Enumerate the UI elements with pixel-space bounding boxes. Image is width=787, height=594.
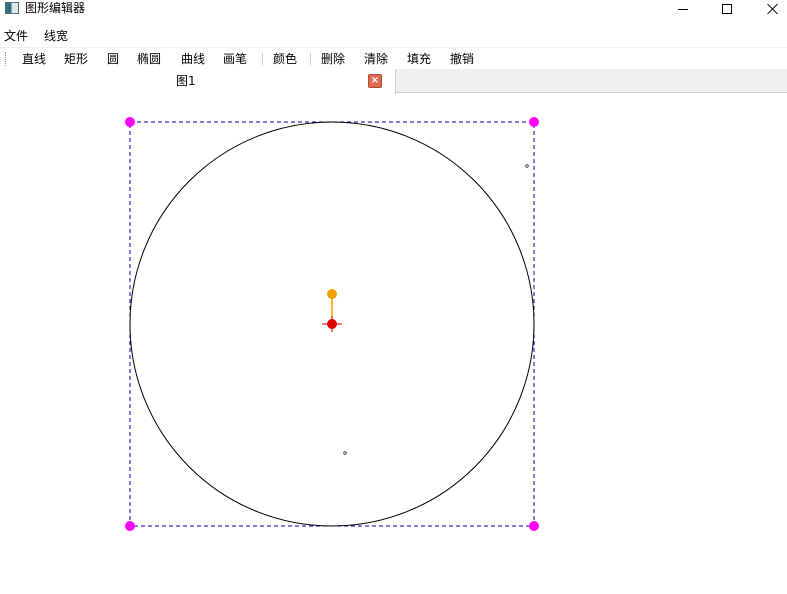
rotate-handle[interactable] <box>327 289 337 299</box>
close-button[interactable] <box>750 0 787 18</box>
tool-curve-button[interactable]: 曲线 <box>181 51 205 67</box>
control-point[interactable] <box>343 451 347 455</box>
delete-button[interactable]: 删除 <box>321 51 345 67</box>
tab-bar: 图1 × <box>0 69 787 94</box>
tool-ellipse-button[interactable]: 椭圆 <box>137 51 161 67</box>
resize-handle-top-left[interactable] <box>125 117 135 127</box>
maximize-button[interactable] <box>704 0 750 18</box>
drawing-canvas[interactable] <box>0 94 787 594</box>
toolbar: 直线 矩形 圆 椭圆 曲线 画笔 颜色 删除 清除 填充 撤销 <box>0 47 787 69</box>
resize-handle-bottom-right[interactable] <box>529 521 539 531</box>
window-title: 图形编辑器 <box>25 1 86 15</box>
app-icon <box>5 2 19 14</box>
menu-bar: 文件 线宽 <box>0 26 787 46</box>
tab-close-icon[interactable]: × <box>368 74 382 88</box>
canvas-svg <box>125 117 539 531</box>
clear-button[interactable]: 清除 <box>364 51 388 67</box>
tab-label: 图1 <box>176 74 196 88</box>
close-icon <box>767 3 779 15</box>
resize-handle-bottom-left[interactable] <box>125 521 135 531</box>
tool-line-button[interactable]: 直线 <box>22 51 46 67</box>
tool-circle-button[interactable]: 圆 <box>107 51 119 67</box>
menu-file[interactable]: 文件 <box>4 28 28 44</box>
minimize-icon <box>678 9 688 10</box>
tool-rectangle-button[interactable]: 矩形 <box>64 51 88 67</box>
undo-button[interactable]: 撤销 <box>450 51 474 67</box>
toolbar-separator <box>310 53 311 65</box>
center-handle[interactable] <box>327 319 337 329</box>
resize-handle-top-right[interactable] <box>529 117 539 127</box>
minimize-button[interactable] <box>660 0 706 18</box>
toolbar-separator <box>262 53 263 65</box>
control-point[interactable] <box>525 164 529 168</box>
tab-drawing-1[interactable]: 图1 × <box>0 69 396 94</box>
title-bar: 图形编辑器 <box>0 0 787 24</box>
fill-button[interactable]: 填充 <box>407 51 431 67</box>
tool-pen-button[interactable]: 画笔 <box>223 51 247 67</box>
menu-line-width[interactable]: 线宽 <box>44 28 68 44</box>
color-button[interactable]: 颜色 <box>273 51 297 67</box>
maximize-icon <box>722 4 732 14</box>
toolbar-grip[interactable] <box>5 52 8 66</box>
